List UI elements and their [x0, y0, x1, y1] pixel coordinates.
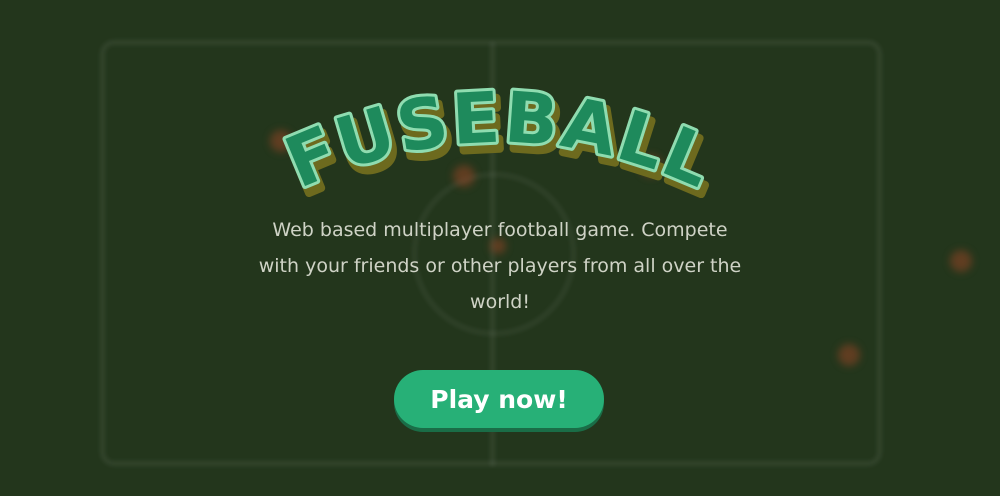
player-marker	[950, 250, 972, 272]
player-marker	[838, 344, 860, 366]
logo-title: FUSEBALL	[274, 78, 726, 198]
game-logo: FUSEBALL FUSEBALL	[0, 78, 1000, 198]
logo-graphic: FUSEBALL FUSEBALL	[271, 78, 732, 198]
game-description: Web based multiplayer football game. Com…	[258, 219, 742, 313]
play-now-button[interactable]: Play now!	[394, 370, 604, 428]
